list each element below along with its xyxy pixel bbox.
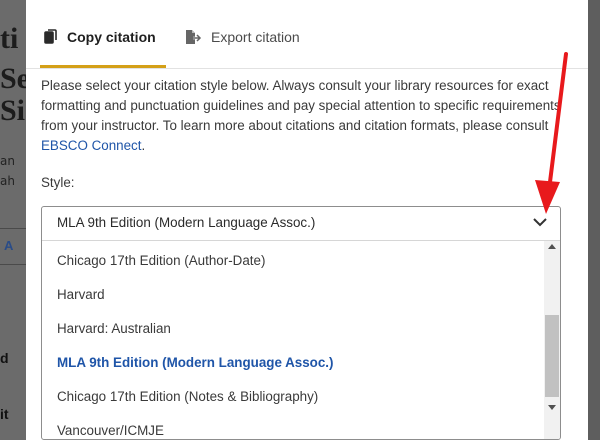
instructions-suffix: . bbox=[141, 138, 146, 153]
style-option-selected[interactable]: MLA 9th Edition (Modern Language Assoc.) bbox=[57, 355, 334, 370]
tab-label: Export citation bbox=[211, 29, 300, 45]
style-label: Style: bbox=[41, 175, 75, 190]
background-bold-fragment: d bbox=[0, 350, 9, 366]
scrollbar-thumb[interactable] bbox=[545, 315, 559, 397]
background-right-edge bbox=[588, 0, 600, 440]
scroll-up-icon[interactable] bbox=[548, 244, 556, 249]
citation-tabs: Copy citation Export citation bbox=[26, 0, 588, 72]
background-text-fragment: an bbox=[0, 154, 15, 168]
export-icon bbox=[186, 30, 202, 44]
citation-instructions: Please select your citation style below.… bbox=[41, 76, 571, 156]
background-heading-fragment: ti bbox=[0, 22, 19, 55]
selected-style[interactable]: MLA 9th Edition (Modern Language Assoc.) bbox=[57, 215, 315, 230]
tab-export-citation[interactable]: Export citation bbox=[184, 28, 300, 46]
tabs-divider bbox=[26, 68, 588, 69]
background-heading-fragment: Si bbox=[0, 94, 26, 127]
copy-icon bbox=[44, 29, 57, 44]
style-option[interactable]: Harvard: Australian bbox=[57, 321, 171, 336]
style-option[interactable]: Vancouver/ICMJE bbox=[57, 423, 164, 438]
style-option[interactable]: Chicago 17th Edition (Notes & Bibliograp… bbox=[57, 389, 318, 404]
chevron-down-icon[interactable] bbox=[532, 215, 548, 229]
background-bold-fragment: it bbox=[0, 406, 9, 422]
style-option[interactable]: Harvard bbox=[57, 287, 105, 302]
ebsco-connect-link[interactable]: EBSCO Connect bbox=[41, 138, 141, 153]
citation-style-select[interactable]: MLA 9th Edition (Modern Language Assoc.)… bbox=[41, 206, 561, 440]
scroll-down-icon[interactable] bbox=[548, 405, 556, 410]
tab-copy-citation[interactable]: Copy citation bbox=[44, 28, 156, 46]
style-options-list: Chicago 17th Edition (Author-Date) Harva… bbox=[42, 241, 542, 439]
background-link-fragment: A bbox=[4, 238, 14, 253]
instructions-text: Please select your citation style below.… bbox=[41, 78, 561, 133]
style-option[interactable]: Chicago 17th Edition (Author-Date) bbox=[57, 253, 265, 268]
background-text-fragment: ah bbox=[0, 174, 15, 188]
options-scrollbar[interactable] bbox=[544, 241, 560, 439]
tab-label: Copy citation bbox=[67, 29, 156, 45]
citation-modal: Copy citation Export citation Please sel… bbox=[26, 0, 588, 440]
